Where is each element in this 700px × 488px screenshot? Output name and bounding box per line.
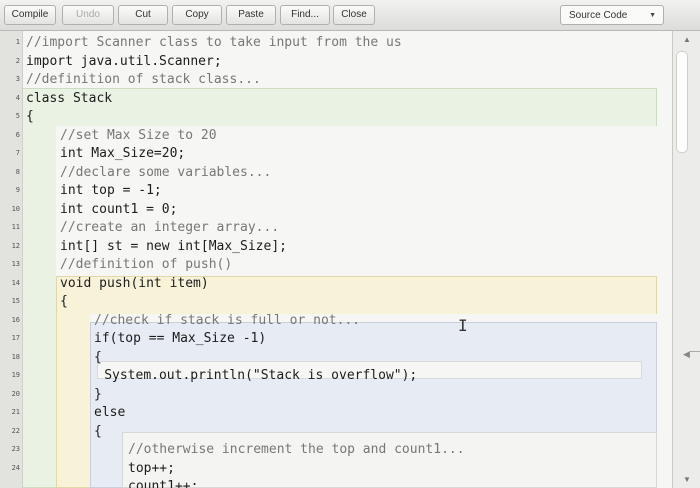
scroll-up-icon[interactable]: ▲ <box>673 35 700 44</box>
line-number: 16 <box>11 315 20 324</box>
code-line: if(top == Max_Size -1) <box>94 331 267 346</box>
paste-button[interactable]: Paste <box>226 5 276 25</box>
code-line: int top = -1; <box>60 183 162 198</box>
code-editor[interactable]: 1 2 3 4 5 6 7 8 9 10 11 12 13 14 15 16 17 18 19 20 21 22 23 24 … <box>0 31 672 488</box>
toolbar: Compile Undo Cut Copy Paste Find... Clos… <box>0 0 700 31</box>
line-number: 20 <box>11 389 20 398</box>
line-number: 4 <box>15 93 20 102</box>
code-comment-line: //declare some variables... <box>60 164 272 180</box>
code-comment-line: //set Max Size to 20 <box>60 127 217 143</box>
code-comment-line: //otherwise increment the top and count1… <box>128 442 465 457</box>
line-number: 11 <box>11 223 20 231</box>
line-number: 21 <box>11 408 20 416</box>
text-cursor-icon: I <box>458 316 468 335</box>
code-comment-line: //check if stack is full or not... <box>94 312 361 328</box>
line-number: 14 <box>11 278 20 287</box>
code-line: { <box>94 349 102 365</box>
line-number: 1 <box>15 38 20 46</box>
line-number: 10 <box>11 204 20 213</box>
code-line: int count1 = 0; <box>60 201 178 217</box>
code-line: int[] st = new int[Max_Size]; <box>60 238 287 254</box>
copy-button[interactable]: Copy <box>172 5 222 25</box>
code-comment-line: //definition of push() <box>60 257 233 272</box>
line-number: 9 <box>15 186 20 194</box>
code-line: System.out.println("Stack is overflow"); <box>104 368 418 383</box>
code-line: { <box>60 294 68 309</box>
code-line: } <box>94 386 102 402</box>
code-line: class Stack <box>26 90 113 106</box>
code-line: int Max_Size=20; <box>60 146 186 161</box>
find-button[interactable]: Find... <box>280 5 330 25</box>
line-number: 23 <box>11 445 20 453</box>
line-number: 6 <box>15 130 20 139</box>
vertical-scrollbar[interactable]: ▲ ◀ ▼ <box>672 31 700 488</box>
line-number: 13 <box>11 260 20 268</box>
compile-button[interactable]: Compile <box>4 5 56 25</box>
line-number: 8 <box>15 167 20 176</box>
code-comment-line: //import Scanner class to take input fro… <box>26 35 402 50</box>
code-line: top++; <box>128 460 175 476</box>
code-line: else <box>94 405 126 420</box>
code-line: { <box>26 109 34 124</box>
code-line: count1++; <box>128 479 199 488</box>
undo-button[interactable]: Undo <box>62 5 114 25</box>
cut-button[interactable]: Cut <box>118 5 168 25</box>
code-comment-line: //create an integer array... <box>60 220 280 235</box>
code-comment-line: //definition of stack class... <box>26 72 261 87</box>
view-select-value: Source Code <box>569 10 628 21</box>
code-line: import java.util.Scanner; <box>26 53 222 69</box>
line-number: 3 <box>15 75 20 83</box>
line-number: 18 <box>11 352 20 361</box>
scrollbar-thumb[interactable] <box>676 51 688 153</box>
view-select[interactable]: Source Code ▼ <box>560 5 664 25</box>
scroll-down-icon[interactable]: ▼ <box>673 475 700 484</box>
line-number: 17 <box>11 334 20 342</box>
line-number: 15 <box>11 297 20 305</box>
chevron-down-icon: ▼ <box>649 12 656 19</box>
line-number: 12 <box>11 241 20 250</box>
line-number: 24 <box>11 463 20 472</box>
line-number: 22 <box>11 426 20 435</box>
line-number: 19 <box>11 371 20 379</box>
line-number: 2 <box>15 56 20 65</box>
line-number-gutter: 1 2 3 4 5 6 7 8 9 10 11 12 13 14 15 16 17 18 19 20 21 22 23 24 <box>0 31 23 488</box>
close-button[interactable]: Close <box>333 5 375 25</box>
scroll-marker-line <box>689 351 700 352</box>
line-number: 7 <box>15 149 20 157</box>
code-line: void push(int item) <box>60 275 209 291</box>
code-line: { <box>94 423 102 439</box>
line-number: 5 <box>15 112 20 120</box>
